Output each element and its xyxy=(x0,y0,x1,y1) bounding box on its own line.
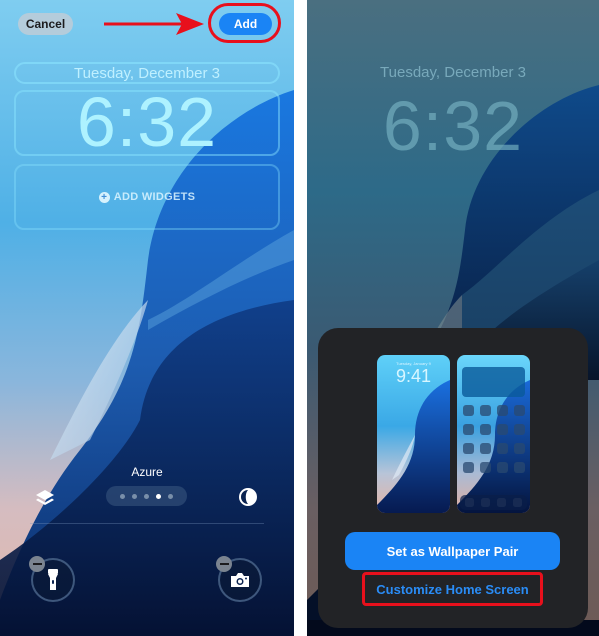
preview-app-icon xyxy=(514,405,525,416)
date-widget[interactable]: Tuesday, December 3 xyxy=(14,62,280,84)
dimmed-clock-time: 6:32 xyxy=(382,87,524,165)
plus-circle-icon: + xyxy=(98,191,110,203)
add-widgets-label: ADD WIDGETS xyxy=(113,191,196,203)
preview-dock-icon xyxy=(513,498,522,507)
preview-app-icon xyxy=(463,405,474,416)
preview-app-icon xyxy=(480,424,491,435)
preview-app-icon xyxy=(514,443,525,454)
preview-widget xyxy=(462,367,525,397)
add-button-highlight xyxy=(208,3,281,43)
preview-app-icon xyxy=(497,462,508,473)
preview-dock-icon xyxy=(481,498,490,507)
wallpaper-pair-screen: Tuesday, December 3 6:32 Tuesday, Januar… xyxy=(307,0,599,636)
page-dot[interactable] xyxy=(144,493,149,499)
lock-screen-editor: Cancel Add Tuesday, December 3 6:32 + AD… xyxy=(0,0,294,636)
preview-time: 9:41 xyxy=(395,366,432,386)
remove-flashlight-button[interactable] xyxy=(29,556,45,572)
preview-app-icon xyxy=(480,443,491,454)
color-filter-icon[interactable] xyxy=(238,487,258,512)
preview-app-icon xyxy=(514,424,525,435)
camera-icon xyxy=(231,573,249,587)
preview-app-icon xyxy=(514,462,525,473)
dimmed-date-text: Tuesday, December 3 xyxy=(380,64,526,81)
lock-screen-preview: Tuesday, January 9 9:41 xyxy=(377,355,450,513)
home-screen-preview xyxy=(457,355,530,513)
annotation-arrow-icon xyxy=(104,13,204,35)
preview-app-icon xyxy=(480,405,491,416)
wallpaper-page-indicator[interactable] xyxy=(106,486,187,506)
preview-app-icon xyxy=(463,424,474,435)
preview-app-icon xyxy=(497,424,508,435)
cancel-button[interactable]: Cancel xyxy=(18,13,73,35)
preview-app-icon xyxy=(497,405,508,416)
page-dot[interactable] xyxy=(120,493,125,499)
date-text: Tuesday, December 3 xyxy=(74,64,220,82)
page-dot-active[interactable] xyxy=(156,493,161,499)
preview-app-icon xyxy=(480,462,491,473)
preview-dock-icon xyxy=(465,498,474,507)
remove-camera-button[interactable] xyxy=(216,556,232,572)
preview-dock-icon xyxy=(497,498,506,507)
wallpaper-style-name: Azure xyxy=(131,465,163,479)
flashlight-icon xyxy=(48,569,58,590)
preview-app-icon xyxy=(463,443,474,454)
add-widgets-button[interactable]: + ADD WIDGETS xyxy=(14,164,280,230)
clock-time: 6:32 xyxy=(76,83,218,161)
preview-app-icon xyxy=(497,443,508,454)
wallpaper-pair-sheet: Tuesday, January 9 9:41 Set as Wallpaper… xyxy=(318,328,588,628)
customize-home-screen-highlight xyxy=(362,572,543,606)
layers-icon[interactable] xyxy=(35,488,55,513)
set-wallpaper-pair-button[interactable]: Set as Wallpaper Pair xyxy=(345,532,560,570)
divider xyxy=(30,523,264,524)
page-dot[interactable] xyxy=(168,493,173,499)
page-dot[interactable] xyxy=(132,493,137,499)
preview-app-icon xyxy=(463,462,474,473)
